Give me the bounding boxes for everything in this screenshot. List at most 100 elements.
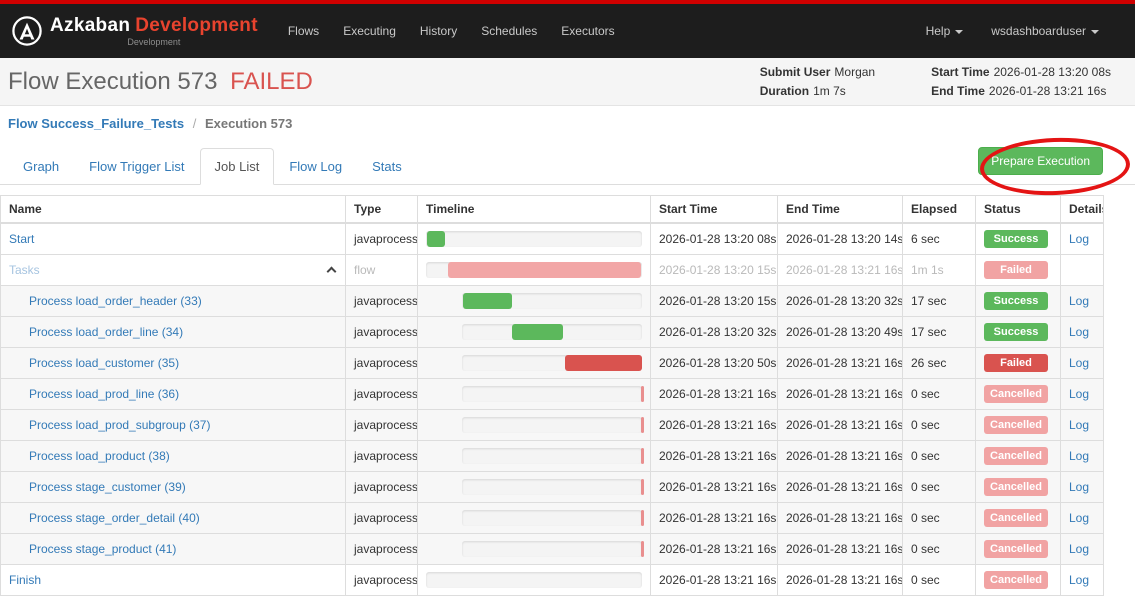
job-name-link[interactable]: Start xyxy=(9,232,34,246)
timeline-track xyxy=(462,448,642,464)
prepare-execution-button[interactable]: Prepare Execution xyxy=(978,147,1103,175)
collapse-caret-icon[interactable] xyxy=(327,267,337,277)
job-end-time: 2026-01-28 13:21 16s xyxy=(778,379,903,410)
table-row: Process load_order_header (33) javaproce… xyxy=(1,286,1104,317)
column-header-elapsed: Elapsed xyxy=(903,196,976,224)
breadcrumb: Flow Success_Failure_Tests / Execution 5… xyxy=(0,106,1135,139)
table-row: Process load_order_line (34) javaprocess… xyxy=(1,317,1104,348)
brand-accent: Development xyxy=(135,15,258,36)
table-row: Start javaprocess 2026-01-28 13:20 08s 2… xyxy=(1,223,1104,255)
job-start-time: 2026-01-28 13:21 16s xyxy=(651,441,778,472)
nav-item-executing[interactable]: Executing xyxy=(331,15,408,47)
job-name-link[interactable]: Process stage_product (41) xyxy=(29,542,176,556)
job-name-link[interactable]: Process load_customer (35) xyxy=(29,356,179,370)
tab-graph[interactable]: Graph xyxy=(8,148,74,185)
job-end-time: 2026-01-28 13:20 32s xyxy=(778,286,903,317)
timeline-bar xyxy=(565,355,642,371)
timeline-track xyxy=(462,541,642,557)
timeline-track xyxy=(462,386,642,402)
job-end-time: 2026-01-28 13:21 16s xyxy=(778,534,903,565)
job-type: javaprocess xyxy=(346,223,418,255)
job-name-link[interactable]: Process load_order_header (33) xyxy=(29,294,202,308)
job-start-time: 2026-01-28 13:20 32s xyxy=(651,317,778,348)
job-type: javaprocess xyxy=(346,379,418,410)
job-end-time: 2026-01-28 13:21 16s xyxy=(778,255,903,286)
tab-job-list[interactable]: Job List xyxy=(200,148,275,185)
status-badge: Success xyxy=(984,323,1048,341)
job-name-link[interactable]: Finish xyxy=(9,573,41,587)
tab-stats[interactable]: Stats xyxy=(357,148,417,185)
job-name-link[interactable]: Process load_prod_subgroup (37) xyxy=(29,418,210,432)
brand[interactable]: AzkabanDevelopment Development xyxy=(12,16,258,47)
meta-end-time: End Time2026-01-28 13:21 16s xyxy=(931,84,1111,98)
column-header-timeline: Timeline xyxy=(418,196,651,224)
status-badge: Cancelled xyxy=(984,416,1048,434)
job-type: javaprocess xyxy=(346,472,418,503)
job-start-time: 2026-01-28 13:21 16s xyxy=(651,534,778,565)
flow-status-text: FAILED xyxy=(230,68,313,95)
log-link[interactable]: Log xyxy=(1069,511,1089,525)
nav-item-flows[interactable]: Flows xyxy=(276,15,331,47)
status-badge: Cancelled xyxy=(984,385,1048,403)
log-link[interactable]: Log xyxy=(1069,294,1089,308)
job-name-link[interactable]: Process stage_order_detail (40) xyxy=(29,511,200,525)
chevron-down-icon xyxy=(955,30,963,34)
tabs: GraphFlow Trigger ListJob ListFlow LogSt… xyxy=(8,148,417,184)
nav-item-schedules[interactable]: Schedules xyxy=(469,15,549,47)
job-name-link[interactable]: Process load_product (38) xyxy=(29,449,170,463)
meta-column: Submit UserMorgan Duration1m 7s xyxy=(760,65,875,98)
timeline-bar xyxy=(448,262,641,278)
meta-column: Start Time2026-01-28 13:20 08s End Time20… xyxy=(931,65,1111,98)
job-elapsed: 26 sec xyxy=(903,348,976,379)
brand-name: Azkaban xyxy=(50,15,130,36)
log-link[interactable]: Log xyxy=(1069,573,1089,587)
job-end-time: 2026-01-28 13:21 16s xyxy=(778,503,903,534)
job-name-link[interactable]: Tasks xyxy=(9,263,40,277)
timeline-bar xyxy=(641,417,644,433)
log-link[interactable]: Log xyxy=(1069,418,1089,432)
navbar: AzkabanDevelopment Development FlowsExec… xyxy=(0,4,1135,58)
job-type: javaprocess xyxy=(346,441,418,472)
log-link[interactable]: Log xyxy=(1069,387,1089,401)
timeline-track xyxy=(426,262,642,278)
nav-menu-wsdashboarduser[interactable]: wsdashboarduser xyxy=(977,15,1113,47)
nav-item-executors[interactable]: Executors xyxy=(549,15,626,47)
timeline-track xyxy=(462,479,642,495)
nav-menu-help[interactable]: Help xyxy=(912,15,978,47)
timeline-bar xyxy=(641,541,644,557)
job-name-link[interactable]: Process load_order_line (34) xyxy=(29,325,183,339)
log-link[interactable]: Log xyxy=(1069,542,1089,556)
breadcrumb-current: Execution 573 xyxy=(205,116,292,131)
table-row: Finish javaprocess 2026-01-28 13:21 16s … xyxy=(1,565,1104,596)
log-link[interactable]: Log xyxy=(1069,356,1089,370)
status-badge: Failed xyxy=(984,354,1048,372)
job-start-time: 2026-01-28 13:20 08s xyxy=(651,223,778,255)
job-name-link[interactable]: Process load_prod_line (36) xyxy=(29,387,179,401)
timeline-bar xyxy=(512,324,562,340)
meta-start-time: Start Time2026-01-28 13:20 08s xyxy=(931,65,1111,79)
job-start-time: 2026-01-28 13:21 16s xyxy=(651,472,778,503)
log-link[interactable]: Log xyxy=(1069,325,1089,339)
nav-item-history[interactable]: History xyxy=(408,15,469,47)
meta-submit-user: Submit UserMorgan xyxy=(760,65,875,79)
tab-flow-log[interactable]: Flow Log xyxy=(274,148,357,185)
job-type: javaprocess xyxy=(346,317,418,348)
breadcrumb-flow-link[interactable]: Flow Success_Failure_Tests xyxy=(8,116,184,131)
tab-flow-trigger-list[interactable]: Flow Trigger List xyxy=(74,148,199,185)
log-link[interactable]: Log xyxy=(1069,480,1089,494)
azkaban-logo-icon xyxy=(12,16,42,46)
job-elapsed: 0 sec xyxy=(903,534,976,565)
job-list-table: NameTypeTimelineStart TimeEnd TimeElapse… xyxy=(0,195,1104,596)
job-name-link[interactable]: Process stage_customer (39) xyxy=(29,480,186,494)
timeline-bar xyxy=(427,231,445,247)
job-start-time: 2026-01-28 13:21 16s xyxy=(651,410,778,441)
job-type: flow xyxy=(346,255,418,286)
timeline-track xyxy=(462,510,642,526)
table-row: Process stage_order_detail (40) javaproc… xyxy=(1,503,1104,534)
log-link[interactable]: Log xyxy=(1069,232,1089,246)
timeline-track xyxy=(462,417,642,433)
log-link[interactable]: Log xyxy=(1069,449,1089,463)
flow-header: Flow Execution 573 FAILED Submit UserMor… xyxy=(0,58,1135,106)
timeline-track xyxy=(462,355,642,371)
meta-duration: Duration1m 7s xyxy=(760,84,875,98)
